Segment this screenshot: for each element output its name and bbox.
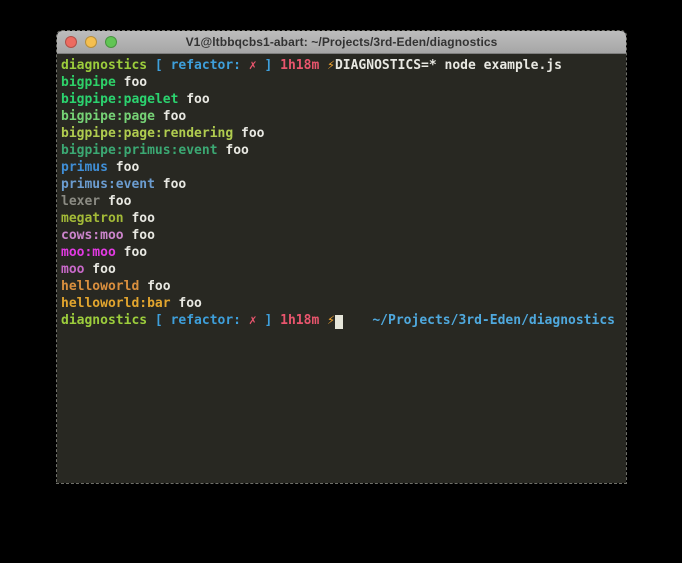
terminal-line: bigpipe:primus:event foo — [61, 142, 615, 159]
debug-namespace: bigpipe:primus:event — [61, 143, 218, 158]
lightning-icon: ⚡ — [319, 313, 335, 328]
desktop-background: V1@ltbbqcbs1-abart: ~/Projects/3rd-Eden/… — [0, 0, 682, 563]
debug-message: foo — [108, 160, 139, 175]
minimize-button[interactable] — [85, 36, 97, 48]
terminal-window: V1@ltbbqcbs1-abart: ~/Projects/3rd-Eden/… — [57, 31, 626, 483]
debug-message: foo — [84, 262, 115, 277]
debug-namespace: moo:moo — [61, 245, 116, 260]
debug-message: foo — [116, 75, 147, 90]
window-titlebar[interactable]: V1@ltbbqcbs1-abart: ~/Projects/3rd-Eden/… — [57, 31, 626, 54]
terminal-line: helloworld:bar foo — [61, 295, 615, 312]
line-content: moo:moo foo — [61, 244, 147, 261]
debug-namespace: bigpipe:page — [61, 109, 155, 124]
terminal-line: bigpipe:page:rendering foo — [61, 125, 615, 142]
debug-message: foo — [116, 245, 147, 260]
line-content: bigpipe:page foo — [61, 108, 186, 125]
prompt-branch: [ refactor: — [147, 58, 249, 73]
lightning-icon: ⚡ — [319, 58, 335, 73]
debug-message: foo — [139, 279, 170, 294]
cwd-path: ~/Projects/3rd-Eden/diagnostics — [372, 312, 615, 329]
prompt-duration: 1h18m — [272, 58, 319, 73]
debug-namespace: megatron — [61, 211, 124, 226]
debug-message: foo — [155, 109, 186, 124]
command-text: DIAGNOSTICS=* node example.js — [335, 58, 562, 73]
terminal-line: bigpipe:page foo — [61, 108, 615, 125]
prompt-branch: ] — [257, 58, 273, 73]
line-content: bigpipe:pagelet foo — [61, 91, 210, 108]
window-title: V1@ltbbqcbs1-abart: ~/Projects/3rd-Eden/… — [57, 35, 626, 49]
debug-namespace: cows:moo — [61, 228, 124, 243]
prompt-dirty-flag: ✗ — [249, 58, 257, 73]
debug-message: foo — [218, 143, 249, 158]
line-content: diagnostics [ refactor: ✗ ] 1h18m ⚡ — [61, 312, 343, 329]
prompt-duration: 1h18m — [272, 313, 319, 328]
prompt-project: diagnostics — [61, 58, 147, 73]
prompt-branch: [ refactor: — [147, 313, 249, 328]
debug-namespace: moo — [61, 262, 84, 277]
debug-namespace: helloworld — [61, 279, 139, 294]
terminal-line: cows:moo foo — [61, 227, 615, 244]
debug-message: foo — [233, 126, 264, 141]
close-button[interactable] — [65, 36, 77, 48]
line-content: helloworld foo — [61, 278, 171, 295]
terminal-line: primus foo — [61, 159, 615, 176]
debug-namespace: bigpipe:pagelet — [61, 92, 178, 107]
debug-namespace: bigpipe:page:rendering — [61, 126, 233, 141]
debug-message: foo — [100, 194, 131, 209]
terminal-line: bigpipe:pagelet foo — [61, 91, 615, 108]
debug-namespace: lexer — [61, 194, 100, 209]
terminal-line: moo:moo foo — [61, 244, 615, 261]
terminal-line: lexer foo — [61, 193, 615, 210]
line-content: primus foo — [61, 159, 139, 176]
debug-message: foo — [124, 211, 155, 226]
line-content: megatron foo — [61, 210, 155, 227]
terminal-line: moo foo — [61, 261, 615, 278]
line-content: lexer foo — [61, 193, 131, 210]
traffic-lights — [65, 31, 117, 53]
prompt-branch: ] — [257, 313, 273, 328]
debug-message: foo — [124, 228, 155, 243]
line-content: bigpipe:primus:event foo — [61, 142, 249, 159]
line-content: moo foo — [61, 261, 116, 278]
line-content: diagnostics [ refactor: ✗ ] 1h18m ⚡DIAGN… — [61, 57, 562, 74]
terminal-screen[interactable]: diagnostics [ refactor: ✗ ] 1h18m ⚡DIAGN… — [57, 54, 626, 483]
debug-namespace: primus:event — [61, 177, 155, 192]
text-cursor — [335, 315, 343, 329]
debug-message: foo — [178, 92, 209, 107]
zoom-button[interactable] — [105, 36, 117, 48]
debug-message: foo — [155, 177, 186, 192]
debug-message: foo — [171, 296, 202, 311]
line-content: primus:event foo — [61, 176, 186, 193]
line-content: bigpipe foo — [61, 74, 147, 91]
terminal-line: bigpipe foo — [61, 74, 615, 91]
prompt-dirty-flag: ✗ — [249, 313, 257, 328]
terminal-line: diagnostics [ refactor: ✗ ] 1h18m ⚡ ~/Pro… — [61, 312, 615, 329]
terminal-line: helloworld foo — [61, 278, 615, 295]
line-content: bigpipe:page:rendering foo — [61, 125, 265, 142]
terminal-line: diagnostics [ refactor: ✗ ] 1h18m ⚡DIAGN… — [61, 57, 615, 74]
debug-namespace: primus — [61, 160, 108, 175]
debug-namespace: bigpipe — [61, 75, 116, 90]
prompt-project: diagnostics — [61, 313, 147, 328]
line-content: helloworld:bar foo — [61, 295, 202, 312]
line-content: cows:moo foo — [61, 227, 155, 244]
terminal-line: megatron foo — [61, 210, 615, 227]
terminal-line: primus:event foo — [61, 176, 615, 193]
debug-namespace: helloworld:bar — [61, 296, 171, 311]
